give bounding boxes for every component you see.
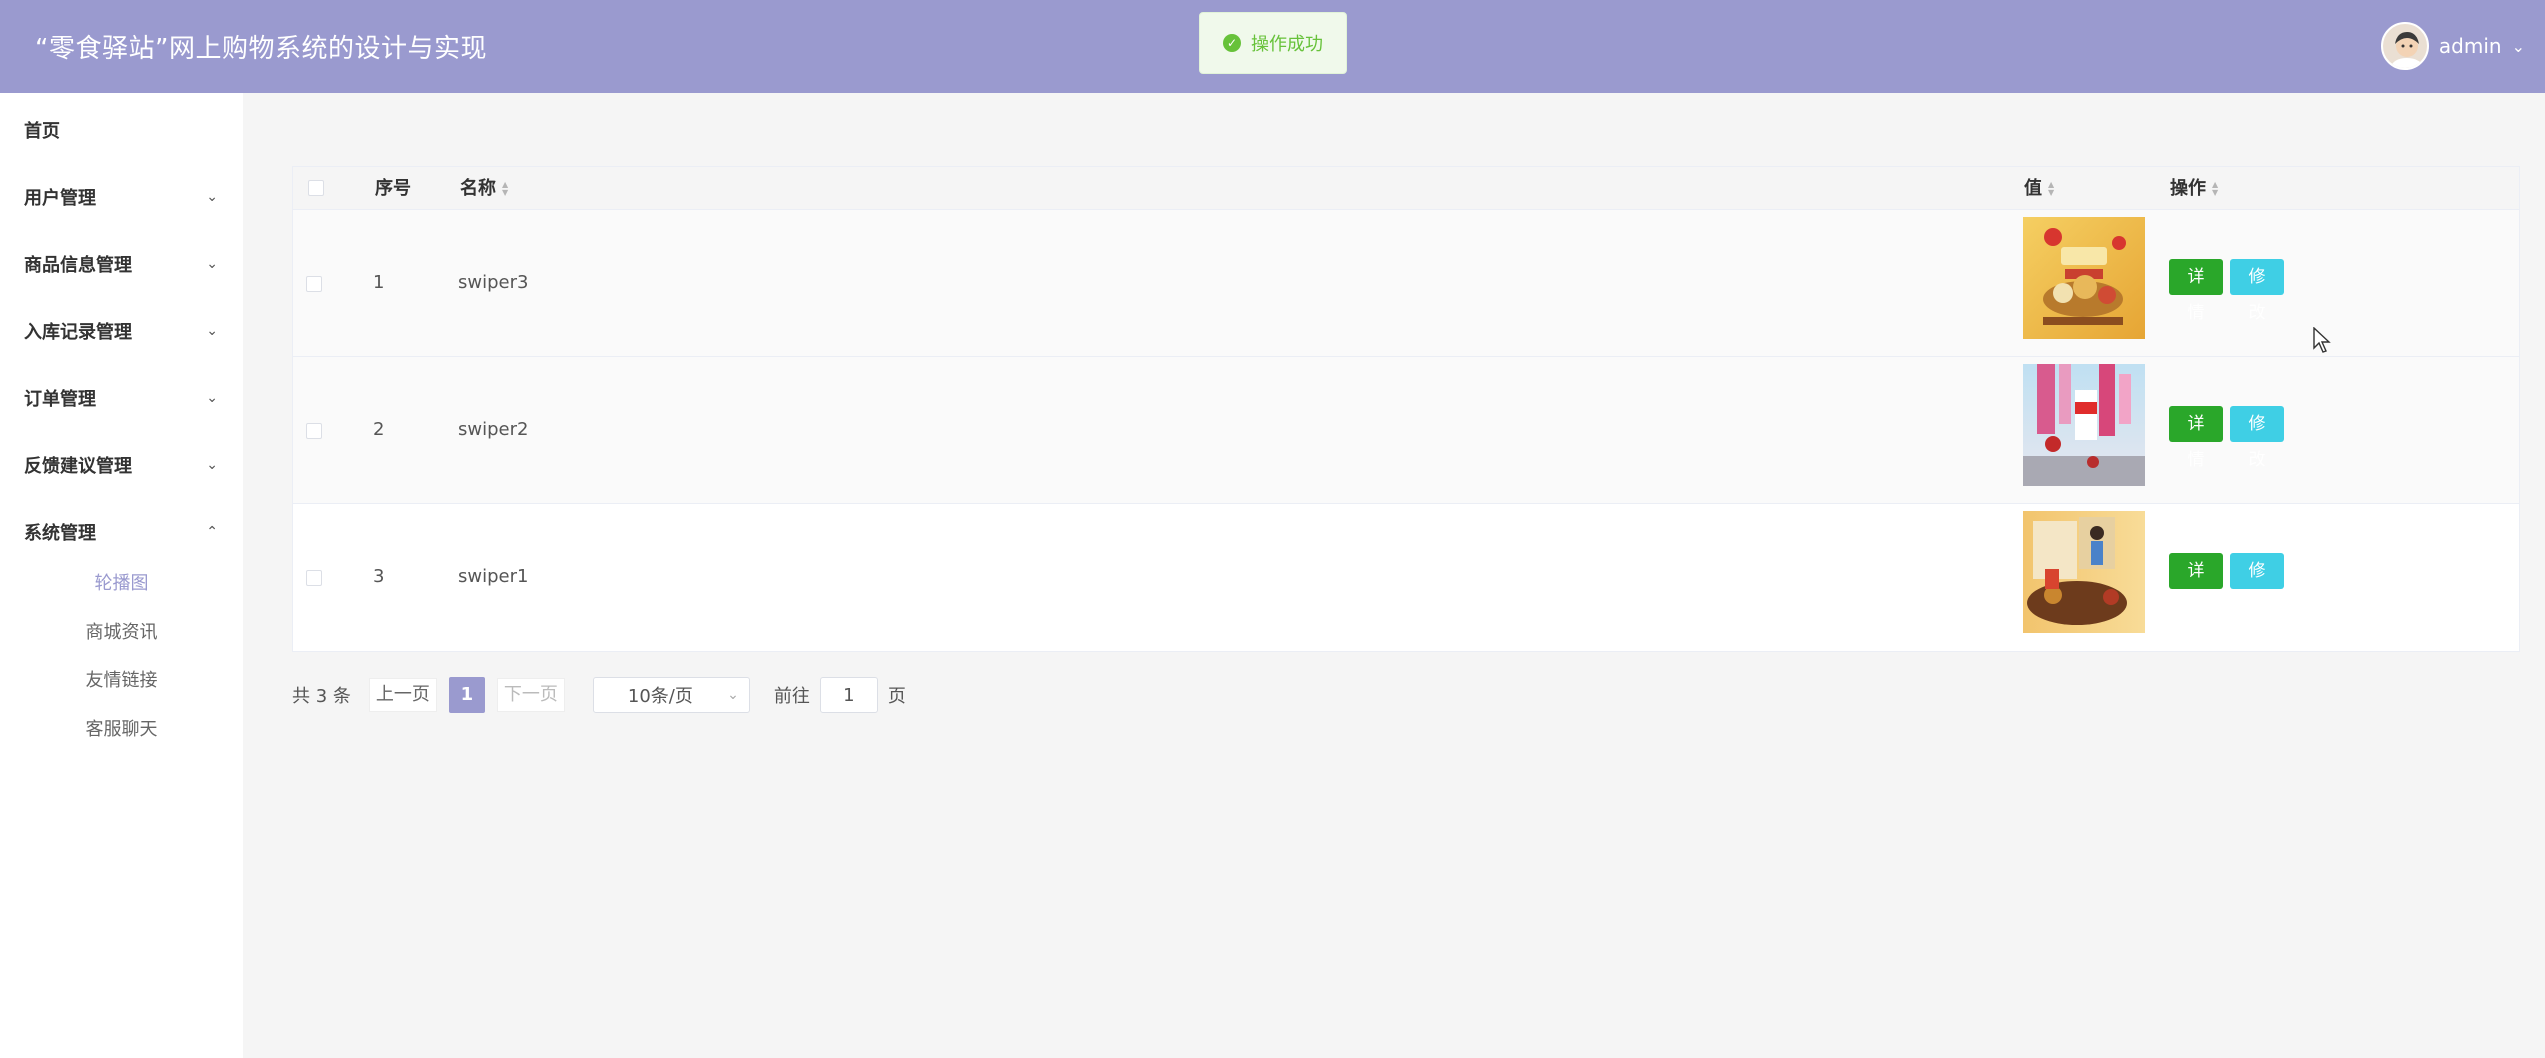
sidebar-item-label: 反馈建议管理	[24, 456, 132, 477]
chevron-down-icon: ⌄	[2511, 36, 2525, 56]
chevron-down-icon: ⌄	[206, 390, 218, 406]
detail-button[interactable]: 详情	[2169, 553, 2223, 616]
page-number-button[interactable]: 1	[448, 677, 485, 713]
goto-label: 前往	[773, 686, 810, 707]
chevron-down-icon: ⌄	[206, 189, 218, 205]
carousel-table: 序号 名称 ▲ ▼ 值 ▲ ▼ 操作 ▲ ▼ 1 swiper3 详情 修改 2…	[292, 166, 2520, 652]
row-index: 3	[373, 566, 385, 587]
chevron-down-icon: ⌄	[727, 687, 739, 703]
success-toast: ✓ 操作成功	[1199, 12, 1347, 74]
goto-page-input[interactable]	[819, 677, 878, 713]
sidebar: 首页 用户管理 ⌄ 商品信息管理 ⌄ 入库记录管理 ⌄ 订单管理 ⌄ 反馈建议管…	[0, 93, 243, 1058]
chevron-down-icon: ⌄	[206, 256, 218, 272]
edit-button[interactable]: 修改	[2230, 259, 2284, 322]
row-checkbox[interactable]	[306, 276, 322, 292]
sort-icon[interactable]: ▲ ▼	[502, 180, 508, 197]
page-size-value: 10条/页	[627, 686, 693, 707]
sidebar-item-products[interactable]: 商品信息管理 ⌄	[0, 244, 243, 284]
carousel-image-thumbnail[interactable]	[2023, 364, 2145, 486]
sidebar-item-home[interactable]: 首页	[0, 110, 243, 150]
mouse-cursor-icon	[2313, 326, 2333, 357]
row-checkbox[interactable]	[306, 423, 322, 439]
column-header-index: 序号	[375, 178, 411, 199]
table-row: 2 swiper2 详情 修改	[293, 357, 2519, 504]
table-row: 3 swiper1 详情 修改	[293, 504, 2519, 651]
table-header: 序号 名称 ▲ ▼ 值 ▲ ▼ 操作 ▲ ▼	[293, 167, 2519, 210]
carousel-image-thumbnail[interactable]	[2023, 511, 2145, 633]
chevron-down-icon: ⌄	[206, 323, 218, 339]
carousel-image-thumbnail[interactable]	[2023, 217, 2145, 339]
page-size-select[interactable]: 10条/页 ⌄	[592, 677, 750, 713]
sidebar-item-label: 首页	[24, 121, 60, 142]
username: admin	[2438, 34, 2502, 58]
row-index: 2	[373, 419, 385, 440]
row-index: 1	[373, 272, 385, 293]
sidebar-item-stock-records[interactable]: 入库记录管理 ⌄	[0, 311, 243, 351]
user-avatar	[2380, 22, 2429, 70]
detail-button[interactable]: 详情	[2169, 259, 2223, 322]
column-header-name[interactable]: 名称 ▲ ▼	[460, 167, 508, 210]
page-suffix: 页	[887, 686, 906, 707]
column-header-actions[interactable]: 操作 ▲ ▼	[2170, 167, 2218, 210]
sidebar-item-label: 订单管理	[24, 389, 96, 410]
row-name: swiper1	[458, 566, 529, 587]
row-checkbox[interactable]	[306, 570, 322, 586]
row-name: swiper2	[458, 419, 529, 440]
row-name: swiper3	[458, 272, 529, 293]
submenu-item-links[interactable]: 友情链接	[0, 664, 243, 698]
submenu-item-chat[interactable]: 客服聊天	[0, 713, 243, 747]
select-all-checkbox[interactable]	[308, 180, 324, 196]
toast-message: 操作成功	[1251, 34, 1323, 55]
edit-button[interactable]: 修改	[2230, 406, 2284, 469]
sidebar-item-feedback[interactable]: 反馈建议管理 ⌄	[0, 445, 243, 485]
edit-button[interactable]: 修改	[2230, 553, 2284, 616]
sort-icon[interactable]: ▲ ▼	[2048, 180, 2054, 197]
prev-page-button[interactable]: 上一页	[368, 678, 437, 712]
sidebar-item-users[interactable]: 用户管理 ⌄	[0, 177, 243, 217]
sort-icon[interactable]: ▲ ▼	[2212, 180, 2218, 197]
total-count: 共 3 条	[292, 686, 351, 707]
sidebar-item-label: 用户管理	[24, 188, 96, 209]
sidebar-item-label: 商品信息管理	[24, 255, 132, 276]
sidebar-item-system[interactable]: 系统管理 ⌃	[0, 512, 243, 552]
sidebar-item-label: 入库记录管理	[24, 322, 132, 343]
chevron-down-icon: ⌄	[206, 457, 218, 473]
table-row: 1 swiper3 详情 修改	[293, 210, 2519, 357]
submenu-item-carousel[interactable]: 轮播图	[0, 567, 243, 601]
app-title: “零食驿站”网上购物系统的设计与实现	[35, 34, 487, 64]
pagination: 共 3 条 上一页 1 下一页 10条/页 ⌄ 前往 页	[292, 677, 906, 713]
submenu-item-news[interactable]: 商城资讯	[0, 616, 243, 650]
chevron-up-icon: ⌃	[206, 524, 218, 540]
sidebar-item-label: 系统管理	[24, 523, 96, 544]
user-menu[interactable]: admin ⌄	[2380, 22, 2525, 70]
next-page-button[interactable]: 下一页	[496, 678, 565, 712]
success-check-icon: ✓	[1223, 34, 1241, 52]
column-header-value[interactable]: 值 ▲ ▼	[2024, 167, 2054, 210]
detail-button[interactable]: 详情	[2169, 406, 2223, 469]
sidebar-item-orders[interactable]: 订单管理 ⌄	[0, 378, 243, 418]
